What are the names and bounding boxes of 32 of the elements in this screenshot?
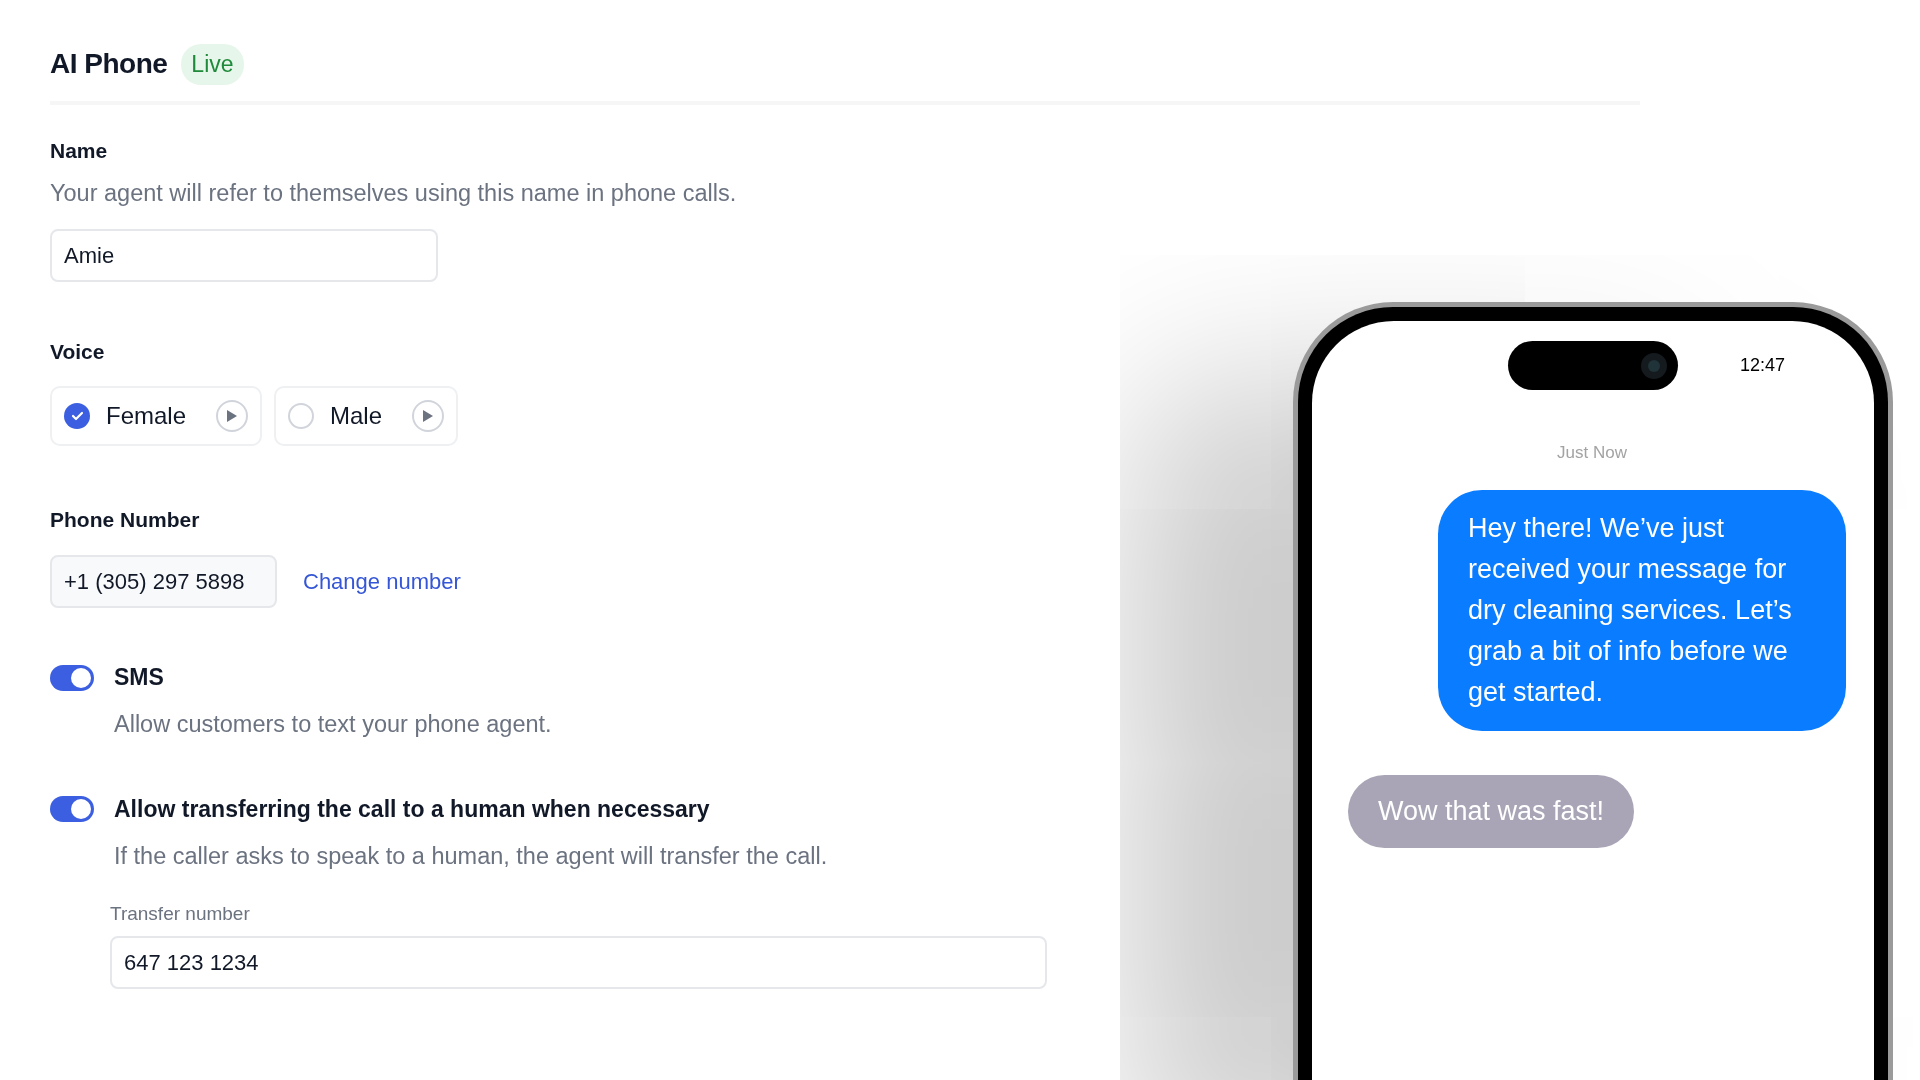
field-label: Phone Number [50,506,201,533]
camera-icon [1640,351,1668,380]
voice-label: Male [330,400,383,431]
transfer-number-input[interactable]: 647 123 1234 [110,936,1047,990]
page-title: AI Phone [50,47,168,82]
field-label: Name [50,137,109,164]
phone-number-field[interactable]: +1 (305) 297 5898 [50,555,277,609]
name-input[interactable]: Amie [50,229,438,283]
voice-option[interactable]: Male [274,385,459,446]
toggle-switch[interactable] [50,796,94,823]
voice-option[interactable]: Female [50,385,263,446]
change-number-link[interactable]: Change number [303,565,461,599]
status-time: 12:47 [1740,354,1786,377]
status-badge: Live [181,44,244,85]
radio-button[interactable] [64,402,90,429]
toggle-description: Allow customers to text your phone agent. [114,709,553,739]
radio-button[interactable] [288,402,315,429]
voice-label: Female [106,400,187,431]
field-label: Transfer number [110,901,251,926]
field-label: Voice [50,339,106,366]
toggle-description: If the caller asks to speak to a human, the agent will transfer the call. [114,841,829,871]
field-description: Your agent will refer to themselves using this name in phone calls. [50,179,738,208]
toggle-title: Allow transferring the call to a human when necessary [114,795,710,824]
toggle-title: SMS [114,663,164,693]
sent-message-bubble: Hey there! We’ve just received your message for dry cleaning services. Let’s grab a bit of info before we get started. [1438,489,1846,731]
play-icon [422,409,435,422]
play-button[interactable] [412,399,445,432]
toggle-switch[interactable] [50,664,94,691]
received-message-bubble: Wow that was fast! [1348,774,1635,848]
play-icon [226,409,239,422]
message-timestamp: Just Now [1557,442,1627,464]
play-button[interactable] [216,399,249,432]
